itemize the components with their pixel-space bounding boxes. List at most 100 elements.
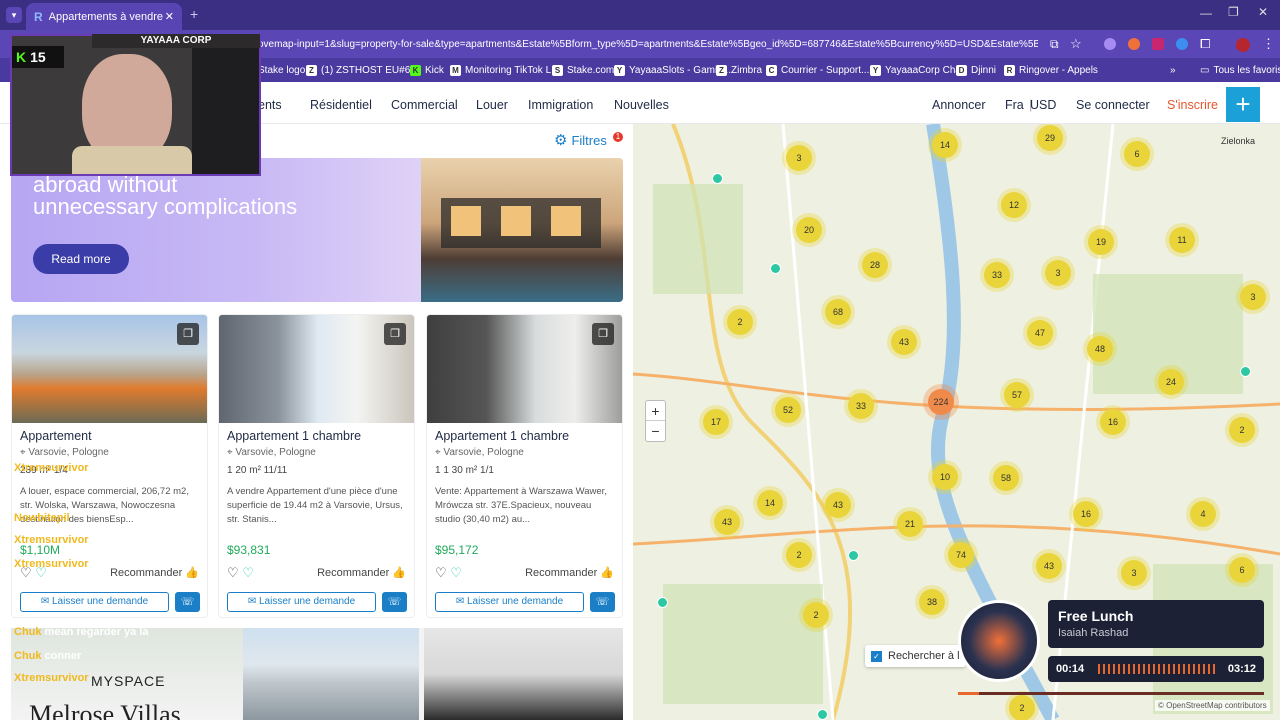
bookmark-item[interactable]: C Courrier - Support... — [766, 65, 869, 76]
map-cluster[interactable]: 12 — [1001, 192, 1027, 218]
like-icon[interactable]: ♡ — [242, 565, 254, 580]
listing-title[interactable]: Appartement 1 chambre — [227, 429, 361, 443]
close-window-icon[interactable]: ✕ — [1258, 5, 1268, 19]
bookmark-item[interactable]: Z (1) ZSTHOST EU#6-... — [306, 65, 422, 76]
phone-button[interactable]: ☏ — [382, 592, 407, 612]
heart-icon[interactable]: ♡ — [227, 565, 239, 580]
listing-card[interactable]: ❐ Appartement 1 chambre ⌖ Varsovie, Polo… — [218, 314, 415, 618]
request-button[interactable]: ✉ Laisser une demande — [20, 592, 169, 612]
nav-item-commercial[interactable]: Commercial — [391, 98, 458, 112]
bookmark-item[interactable]: K Kick — [410, 65, 444, 76]
map-cluster[interactable]: 57 — [1004, 382, 1030, 408]
map-cluster[interactable]: 3 — [1045, 260, 1071, 286]
announce-link[interactable]: Annoncer — [932, 98, 986, 112]
nav-item-nouvelles[interactable]: Nouvelles — [614, 98, 669, 112]
bookmark-item[interactable]: Z Zimbra — [716, 65, 762, 76]
zoom-in-button[interactable]: + — [646, 401, 665, 421]
like-icon[interactable]: ♡ — [450, 565, 462, 580]
nav-item-immigration[interactable]: Immigration — [528, 98, 593, 112]
map-cluster[interactable]: 2 — [786, 542, 812, 568]
map-cluster[interactable]: 74 — [948, 542, 974, 568]
listing-card[interactable]: ❐ Appartement 1 chambre ⌖ Varsovie, Polo… — [426, 314, 623, 618]
add-listing-button[interactable]: + — [1226, 87, 1260, 122]
close-tab-icon[interactable]: ✕ — [165, 10, 174, 23]
signup-link[interactable]: S'inscrire — [1167, 98, 1218, 112]
map-cluster[interactable]: 48 — [1087, 336, 1113, 362]
recommend-button[interactable]: Recommander 👍 — [110, 566, 199, 579]
map-pin[interactable] — [1240, 366, 1251, 377]
map-cluster[interactable]: 2 — [727, 309, 753, 335]
bookmark-item[interactable]: R Ringover - Appels — [1004, 65, 1098, 76]
featured-development-banner[interactable]: MYSPACE Melrose Villas — [11, 628, 623, 720]
bookmark-item[interactable]: Y YayaaaSlots - Gamin... — [614, 65, 731, 76]
request-button[interactable]: ✉ Laisser une demande — [435, 592, 584, 612]
search-on-move-toggle[interactable]: ✓ Rechercher à l — [865, 645, 966, 667]
bookmark-item[interactable]: S Stake.com — [552, 65, 614, 76]
login-link[interactable]: Se connecter — [1076, 98, 1150, 112]
bookmark-item[interactable]: M Monitoring TikTok L... — [450, 65, 559, 76]
map-pin[interactable] — [712, 173, 723, 184]
map-cluster[interactable]: 43 — [825, 492, 851, 518]
map-pin[interactable] — [657, 597, 668, 608]
map-cluster[interactable]: 38 — [919, 589, 945, 615]
star-icon[interactable]: ☆ — [1070, 36, 1082, 52]
extension-icon[interactable] — [1128, 38, 1140, 50]
puzzle-icon[interactable]: ⧠ — [1200, 36, 1210, 52]
nav-item-residentiel[interactable]: Résidentiel — [310, 98, 372, 112]
map-cluster[interactable]: 24 — [1158, 369, 1184, 395]
map-cluster[interactable]: 20 — [796, 217, 822, 243]
map-cluster[interactable]: 28 — [862, 252, 888, 278]
map-cluster[interactable]: 33 — [984, 262, 1010, 288]
listing-title[interactable]: Appartement 1 chambre — [435, 429, 569, 443]
map-cluster[interactable]: 43 — [1036, 553, 1062, 579]
map-cluster[interactable]: 3 — [1240, 284, 1266, 310]
nav-item[interactable]: ents — [258, 98, 282, 112]
map-cluster-large[interactable]: 224 — [928, 389, 954, 415]
bookmark-item[interactable]: Y YayaaaCorp Chat — [870, 65, 964, 76]
active-tab[interactable]: R Appartements à vendre en Pol ✕ — [26, 3, 182, 30]
map-cluster[interactable]: 17 — [703, 409, 729, 435]
recommend-button[interactable]: Recommander 👍 — [317, 566, 406, 579]
map-cluster[interactable]: 2 — [803, 602, 829, 628]
bookmark-icon[interactable]: ❐ — [177, 323, 199, 345]
map-cluster[interactable]: 14 — [757, 490, 783, 516]
map-cluster[interactable]: 6 — [1229, 557, 1255, 583]
map-cluster[interactable]: 29 — [1037, 125, 1063, 151]
nav-item-louer[interactable]: Louer — [476, 98, 508, 112]
map-cluster[interactable]: 33 — [848, 393, 874, 419]
map-cluster[interactable]: 52 — [775, 397, 801, 423]
zoom-out-button[interactable]: − — [646, 421, 665, 441]
map-cluster[interactable]: 43 — [714, 509, 740, 535]
map-pin[interactable] — [770, 263, 781, 274]
new-tab-icon[interactable]: + — [190, 6, 198, 22]
map-cluster[interactable]: 3 — [1121, 560, 1147, 586]
map-cluster[interactable]: 11 — [1169, 227, 1195, 253]
recommend-button[interactable]: Recommander 👍 — [525, 566, 614, 579]
extension-icon[interactable] — [1152, 38, 1164, 50]
bookmark-icon[interactable]: ❐ — [384, 323, 406, 345]
bookmark-item[interactable]: Stake logo — [258, 65, 305, 76]
map-cluster[interactable]: 43 — [891, 329, 917, 355]
bookmark-item[interactable]: D Djinni — [956, 65, 996, 76]
language-select[interactable]: Fra — [1005, 98, 1024, 112]
map-cluster[interactable]: 3 — [786, 145, 812, 171]
map-pin[interactable] — [848, 550, 859, 561]
all-bookmarks[interactable]: ▭ Tous les favoris — [1200, 65, 1280, 76]
map-cluster[interactable]: 6 — [1124, 141, 1150, 167]
extension-icon[interactable] — [1176, 38, 1188, 50]
extension-icon[interactable] — [1104, 38, 1116, 50]
map-cluster[interactable]: 10 — [932, 464, 958, 490]
read-more-button[interactable]: Read more — [33, 244, 129, 274]
map-cluster[interactable]: 4 — [1190, 501, 1216, 527]
listing-title[interactable]: Appartement — [20, 429, 92, 443]
url-input[interactable]: ovemap-input=1&slug=property-for-sale&ty… — [258, 39, 1038, 50]
profile-avatar[interactable] — [1236, 38, 1250, 52]
map-pin[interactable] — [817, 709, 828, 720]
phone-button[interactable]: ☏ — [590, 592, 615, 612]
checkbox-checked-icon[interactable]: ✓ — [871, 650, 882, 662]
minimize-icon[interactable]: — — [1200, 6, 1212, 20]
map-cluster[interactable]: 16 — [1100, 409, 1126, 435]
map-cluster[interactable]: 21 — [897, 511, 923, 537]
map-cluster[interactable]: 68 — [825, 299, 851, 325]
chevron-more-icon[interactable]: » — [1170, 65, 1176, 76]
